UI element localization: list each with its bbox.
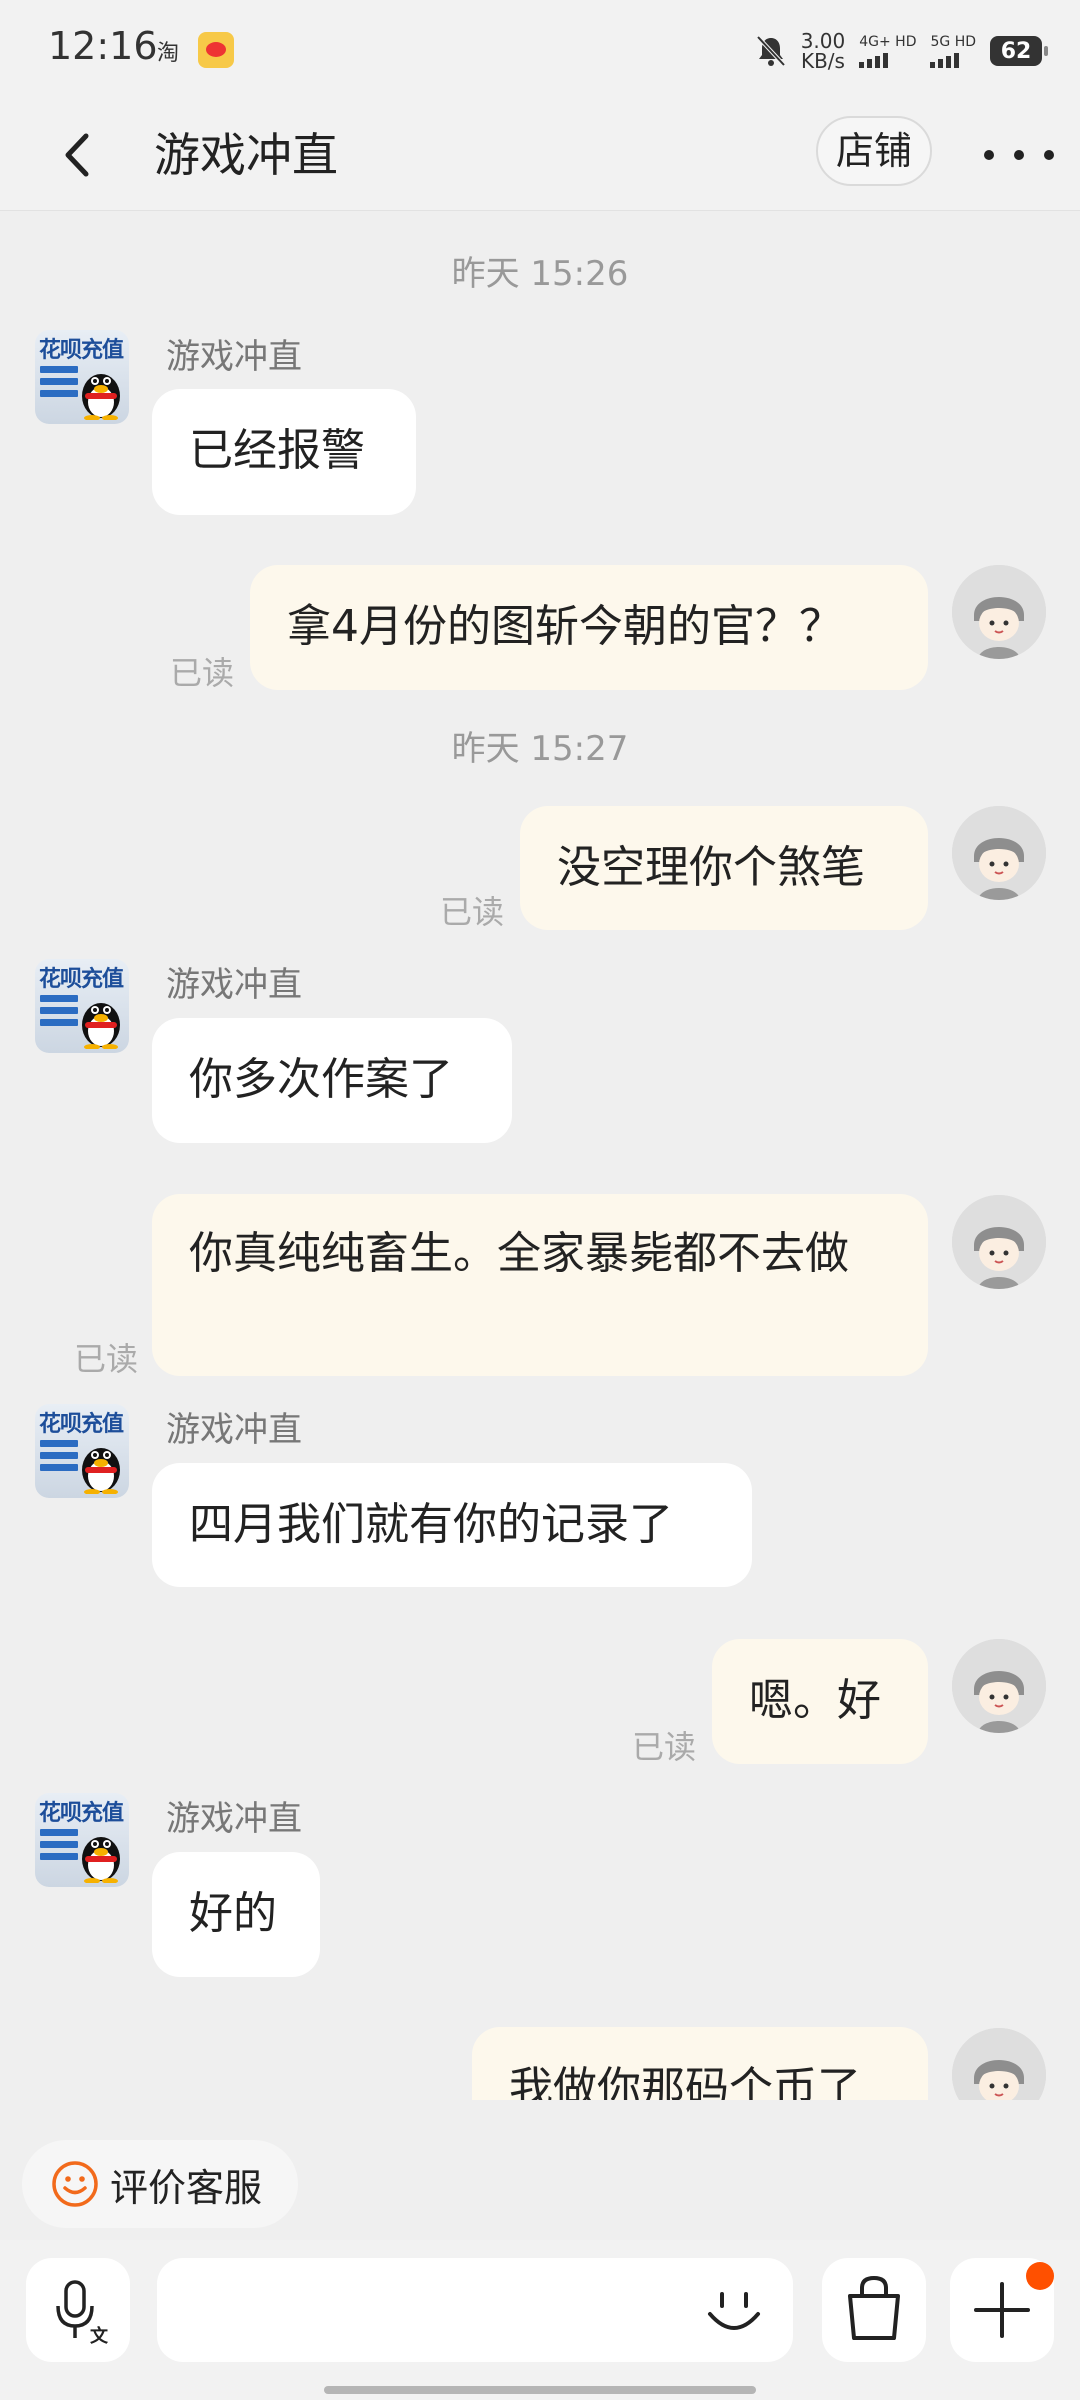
signal-sim1: 4G+ HD [859, 34, 916, 68]
read-status: 已读 [440, 893, 505, 931]
voice-input-button[interactable]: 文 [26, 2258, 130, 2362]
network-type-1: 4G+ HD [859, 34, 917, 50]
outgoing-message-bubble[interactable]: 没空理你个煞笔 [520, 806, 928, 930]
svg-text:文: 文 [90, 2325, 109, 2347]
shop-avatar[interactable]: 花呗充值 [35, 1793, 129, 1887]
incoming-message-bubble[interactable]: 你多次作案了 [152, 1018, 512, 1143]
user-avatar[interactable] [952, 1195, 1046, 1289]
user-avatar-icon [952, 1195, 1046, 1289]
timestamp: 昨天 15:26 [451, 254, 629, 294]
user-avatar-icon [952, 1639, 1046, 1733]
message-input[interactable] [157, 2258, 793, 2362]
read-status: 已读 [170, 654, 235, 692]
microphone-translate-icon: 文 [56, 2280, 109, 2347]
read-status: 已读 [632, 1728, 697, 1766]
shop-avatar[interactable]: 花呗充值 [35, 1404, 129, 1498]
sender-name: 游戏冲直 [166, 337, 302, 377]
home-indicator[interactable] [324, 2386, 756, 2394]
user-avatar[interactable] [952, 806, 1046, 900]
user-avatar[interactable] [952, 1639, 1046, 1733]
penguin-icon [82, 374, 120, 420]
user-avatar-icon [952, 565, 1046, 659]
outgoing-message-bubble[interactable]: 你真纯纯畜生。全家暴毙都不去做 [152, 1194, 928, 1376]
signal-sim2: 5G HD [930, 34, 976, 68]
message-list[interactable]: 昨天 15:26 花呗充值 游戏冲直 已经报警 拿4月份的图斩今朝的官？？ 已读… [0, 211, 1080, 2100]
user-avatar[interactable] [952, 2028, 1046, 2100]
emoji-button[interactable] [700, 2276, 768, 2344]
incoming-message-bubble[interactable]: 四月我们就有你的记录了 [152, 1463, 752, 1587]
read-status: 已读 [74, 1340, 139, 1378]
sender-name: 游戏冲直 [166, 1799, 302, 1839]
shop-avatar-title: 花呗充值 [39, 1412, 124, 1437]
rate-service-button[interactable]: 评价客服 [22, 2140, 298, 2228]
chat-header: 游戏冲直 店铺 [0, 100, 1080, 211]
user-avatar-icon [952, 2028, 1046, 2100]
signal-icon [859, 52, 889, 68]
shop-avatar-title: 花呗充值 [39, 967, 124, 992]
sender-name: 游戏冲直 [166, 1410, 302, 1450]
status-right-group: 3.00 KB/s 4G+ HD 5G HD 62 [755, 24, 1048, 78]
shop-avatar-lines [40, 995, 78, 1031]
battery-icon: 62 [990, 36, 1048, 66]
network-speed-unit: KB/s [800, 49, 845, 73]
incoming-message-bubble[interactable]: 已经报警 [152, 389, 416, 515]
notification-dot [1026, 2262, 1054, 2290]
shop-avatar-title: 花呗充值 [39, 1801, 124, 1826]
penguin-icon [82, 1003, 120, 1049]
status-bar: 12:16 淘 3.00 KB/s 4G+ HD 5G HD 62 [0, 0, 1080, 100]
emoji-icon [708, 2292, 760, 2330]
outgoing-message-bubble[interactable]: 拿4月份的图斩今朝的官？？ [250, 565, 928, 690]
timestamp: 昨天 15:27 [451, 729, 629, 769]
incoming-message-bubble[interactable]: 好的 [152, 1852, 320, 1977]
taobao-notification-icon: 淘 [157, 41, 180, 66]
signal-icon [930, 52, 960, 68]
shopping-bag-icon [848, 2275, 900, 2340]
penguin-icon [82, 1448, 120, 1494]
shop-avatar-title: 花呗充值 [39, 338, 124, 363]
outgoing-message-bubble[interactable]: 我做你那码个币了 [472, 2027, 928, 2100]
shop-avatar-lines [40, 1829, 78, 1865]
battery-level: 62 [1000, 38, 1032, 64]
rate-service-label: 评价客服 [110, 2165, 263, 2210]
chat-title: 游戏冲直 [154, 128, 338, 182]
shop-avatar-lines [40, 366, 78, 402]
status-time: 12:16 [48, 24, 158, 68]
bell-muted-icon [755, 34, 787, 68]
user-avatar-icon [952, 806, 1046, 900]
shop-avatar-lines [40, 1440, 78, 1476]
chat-screen: 12:16 淘 3.00 KB/s 4G+ HD 5G HD 62 游戏冲直 店… [0, 0, 1080, 2400]
penguin-icon [82, 1837, 120, 1883]
more-dots-icon[interactable] [984, 122, 1054, 188]
sender-name: 游戏冲直 [166, 965, 302, 1005]
shop-avatar[interactable]: 花呗充值 [35, 959, 129, 1053]
network-speed-value: 3.00 [800, 29, 846, 53]
back-button[interactable] [46, 122, 112, 188]
weibo-icon [198, 32, 234, 68]
shop-button[interactable]: 店铺 [816, 116, 932, 186]
outgoing-message-bubble[interactable]: 嗯。好 [712, 1639, 928, 1764]
shop-avatar[interactable]: 花呗充值 [35, 330, 129, 424]
network-speed: 3.00 KB/s [801, 31, 846, 71]
network-type-2: 5G HD [930, 34, 976, 50]
user-avatar[interactable] [952, 565, 1046, 659]
back-arrow-icon [65, 133, 89, 177]
shopping-bag-button[interactable] [822, 2258, 926, 2362]
smile-face-icon [52, 2161, 98, 2207]
input-bar: 文 [0, 2240, 1080, 2400]
